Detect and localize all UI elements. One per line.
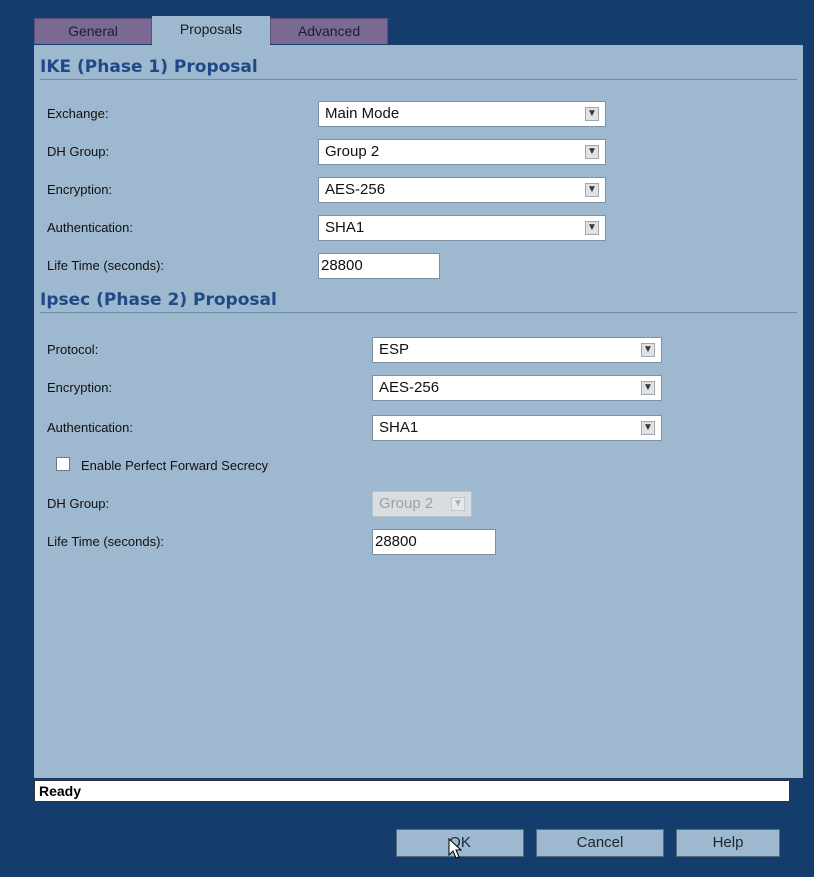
- ike-section-title: IKE (Phase 1) Proposal: [40, 57, 258, 77]
- ipsec-section-title: Ipsec (Phase 2) Proposal: [40, 290, 277, 310]
- ipsec-authentication-label: Authentication:: [47, 420, 134, 435]
- ipsec-dh-group-select: Group 2 ▼: [372, 491, 472, 517]
- cancel-button[interactable]: Cancel: [536, 829, 664, 857]
- ipsec-dh-group-label: DH Group:: [47, 496, 110, 511]
- ike-authentication-select[interactable]: SHA1 ▼: [318, 215, 606, 241]
- dialog-window: General Proposals Advanced IKE (Phase 1)…: [0, 0, 814, 877]
- chevron-down-icon: ▼: [451, 497, 465, 511]
- help-button[interactable]: Help: [676, 829, 780, 857]
- ike-lifetime-label: Life Time (seconds):: [47, 258, 165, 273]
- ipsec-encryption-select[interactable]: AES-256 ▼: [372, 375, 662, 401]
- chevron-down-icon[interactable]: ▼: [585, 221, 599, 235]
- chevron-down-icon[interactable]: ▼: [585, 183, 599, 197]
- ipsec-encryption-value: AES-256: [379, 379, 440, 396]
- ike-exchange-select[interactable]: Main Mode ▼: [318, 101, 606, 127]
- ipsec-lifetime-label: Life Time (seconds):: [47, 534, 165, 549]
- ike-lifetime-input[interactable]: 28800: [318, 253, 440, 279]
- ike-exchange-value: Main Mode: [325, 105, 400, 122]
- ike-section-divider: [40, 79, 797, 80]
- tab-advanced[interactable]: Advanced: [270, 18, 388, 44]
- pfs-checkbox[interactable]: [56, 457, 70, 471]
- ipsec-protocol-value: ESP: [379, 341, 410, 358]
- ipsec-section-divider: [40, 312, 797, 313]
- pfs-label[interactable]: Enable Perfect Forward Secrecy: [81, 458, 268, 473]
- ike-authentication-value: SHA1: [325, 219, 365, 236]
- pointer-cursor-icon: [448, 838, 462, 859]
- chevron-down-icon[interactable]: ▼: [585, 107, 599, 121]
- ike-dh-group-label: DH Group:: [47, 144, 110, 159]
- chevron-down-icon[interactable]: ▼: [641, 421, 655, 435]
- chevron-down-icon[interactable]: ▼: [641, 343, 655, 357]
- tab-general[interactable]: General: [34, 18, 152, 44]
- ike-encryption-value: AES-256: [325, 181, 386, 198]
- ipsec-lifetime-input[interactable]: 28800: [372, 529, 496, 555]
- chevron-down-icon[interactable]: ▼: [585, 145, 599, 159]
- ike-authentication-label: Authentication:: [47, 220, 134, 235]
- ipsec-authentication-select[interactable]: SHA1 ▼: [372, 415, 662, 441]
- ike-dh-group-select[interactable]: Group 2 ▼: [318, 139, 606, 165]
- ipsec-dh-group-value: Group 2: [379, 495, 434, 512]
- ipsec-authentication-value: SHA1: [379, 419, 419, 436]
- status-bar: Ready: [34, 780, 790, 802]
- ike-exchange-label: Exchange:: [47, 106, 109, 121]
- chevron-down-icon[interactable]: ▼: [641, 381, 655, 395]
- tab-proposals[interactable]: Proposals: [152, 16, 270, 46]
- ipsec-protocol-select[interactable]: ESP ▼: [372, 337, 662, 363]
- proposals-panel: IKE (Phase 1) Proposal Exchange: Main Mo…: [34, 45, 803, 778]
- ike-dh-group-value: Group 2: [325, 143, 380, 160]
- ipsec-encryption-label: Encryption:: [47, 380, 113, 395]
- ipsec-protocol-label: Protocol:: [47, 342, 99, 357]
- ike-encryption-label: Encryption:: [47, 182, 113, 197]
- ike-encryption-select[interactable]: AES-256 ▼: [318, 177, 606, 203]
